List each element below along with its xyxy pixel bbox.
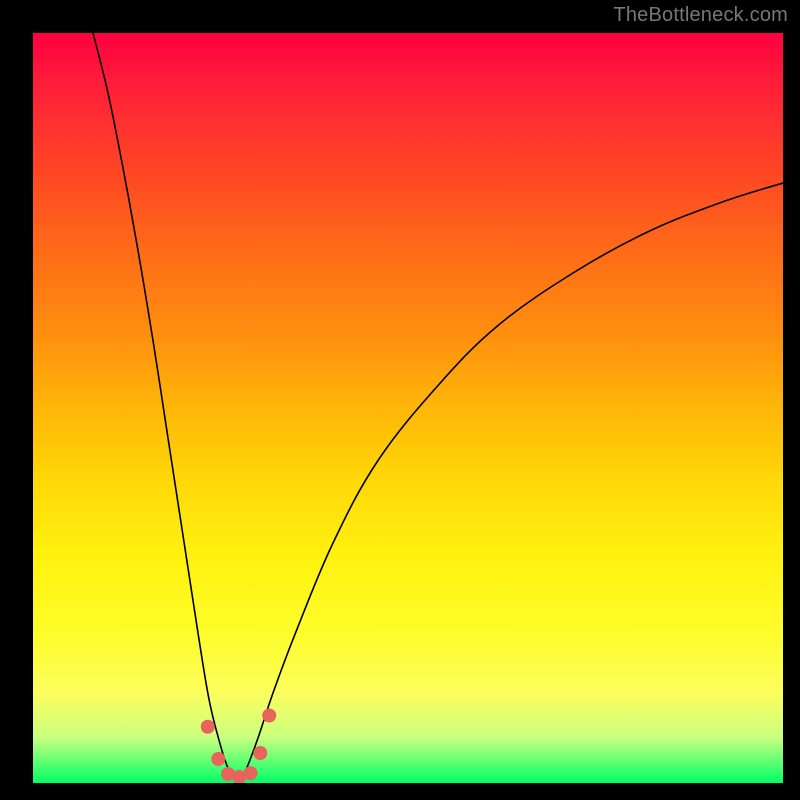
marker-cluster [201, 709, 277, 784]
watermark-text: TheBottleneck.com [613, 4, 788, 27]
curve-right-branch [239, 183, 783, 783]
marker-dot [201, 720, 215, 734]
chart-canvas: TheBottleneck.com [0, 0, 800, 800]
marker-dot [253, 746, 267, 760]
plot-area [33, 33, 783, 783]
marker-dot [211, 752, 225, 766]
curve-svg [33, 33, 783, 783]
marker-dot [262, 709, 276, 723]
curve-left-branch [93, 33, 239, 783]
marker-dot [244, 766, 258, 780]
